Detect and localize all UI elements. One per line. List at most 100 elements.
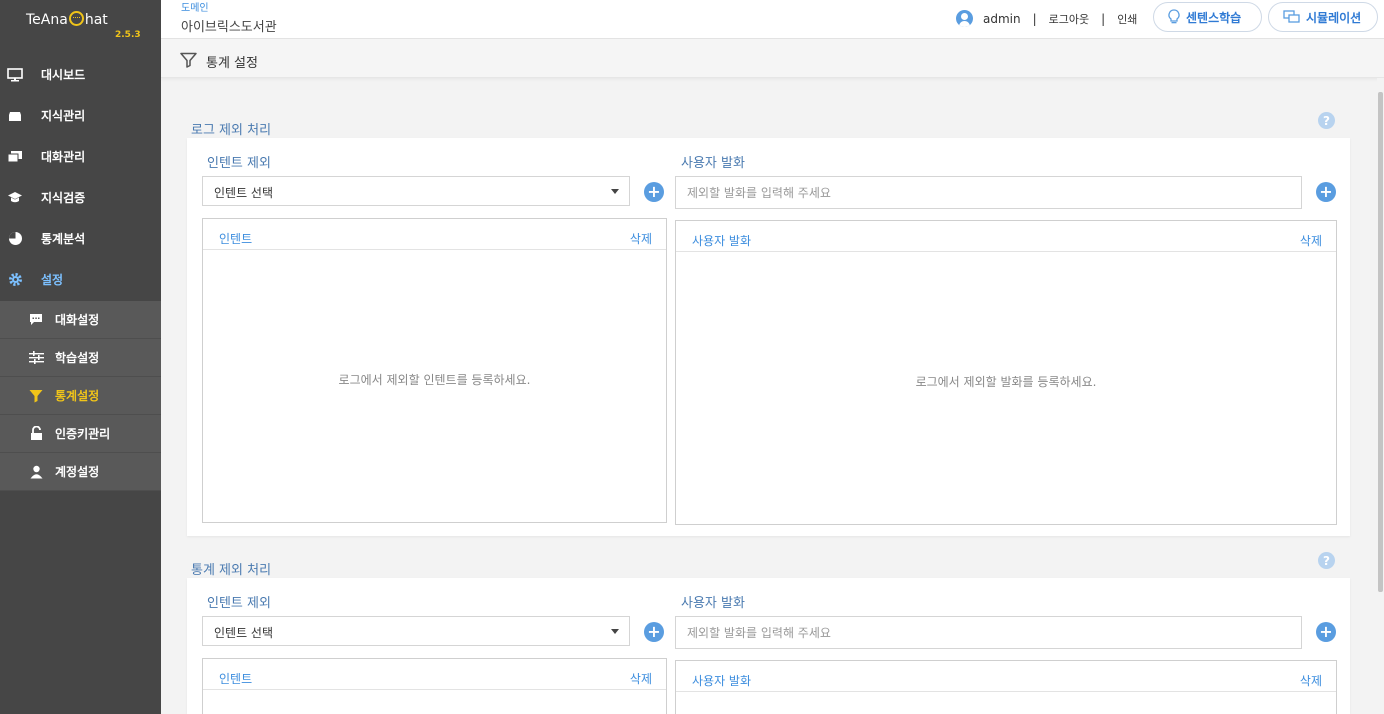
logo-ring-icon	[68, 11, 84, 26]
graduation-cap-icon	[7, 190, 23, 206]
chevron-down-icon	[611, 189, 619, 194]
submenu-item-account[interactable]: 계정설정	[0, 453, 161, 491]
utterance-list-empty: 로그에서 제외할 발화를 등록하세요.	[915, 375, 1097, 389]
intent-list-header: 인텐트 삭제	[203, 219, 666, 250]
pie-chart-icon	[7, 231, 23, 247]
submenu-item-label: 대화설정	[55, 313, 100, 327]
sidebar-item-label: 대시보드	[41, 68, 86, 82]
utterance-list: 사용자 발화 삭제 로그에서 제외할 발화를 등록하세요.	[675, 220, 1337, 525]
submenu-item-auth-key[interactable]: 인증키관리	[0, 415, 161, 453]
sidebar-item-conversation[interactable]: 대화관리	[0, 136, 161, 177]
intent-select[interactable]: 인텐트 선택	[202, 176, 630, 206]
intent-list-header: 인텐트 삭제	[203, 659, 666, 690]
utterance-column-header: 사용자 발화	[692, 234, 752, 248]
utterance-input[interactable]	[675, 616, 1302, 649]
submenu-item-stats-settings[interactable]: 통계설정	[0, 377, 161, 415]
submenu-item-chat-settings[interactable]: 대화설정	[0, 301, 161, 339]
sidebar-item-label: 설정	[41, 273, 64, 287]
page-title-bar: 통계 설정	[161, 39, 1384, 78]
submenu-item-label: 계정설정	[55, 465, 100, 479]
stats-exclusion-title: 통계 제외 처리	[191, 563, 272, 578]
sidebar: TeAna hat 2.5.3 대시보드 지식관리 대화관리 지식검증 통계분석…	[0, 0, 161, 714]
utterance-label: 사용자 발화	[681, 596, 745, 611]
top-header: 도메인 아이브릭스도서관 admin | 로그아웃 | 인쇄 센텐스학습 시뮬레…	[161, 0, 1384, 39]
sidebar-item-label: 대화관리	[41, 150, 86, 164]
settings-submenu: 대화설정 학습설정 통계설정 인증키관리 계정설정	[0, 301, 161, 491]
chevron-down-icon	[611, 629, 619, 634]
sidebar-item-label: 지식검증	[41, 191, 86, 205]
add-utterance-button[interactable]: +	[1316, 182, 1336, 202]
utterance-list-header: 사용자 발화 삭제	[676, 661, 1336, 692]
intent-list-empty: 로그에서 제외할 인텐트를 등록하세요.	[338, 373, 531, 387]
sidebar-item-statistics[interactable]: 통계분석	[0, 218, 161, 259]
simulation-button[interactable]: 시뮬레이션	[1268, 2, 1378, 32]
page-scrollbar[interactable]	[1377, 78, 1384, 714]
sidebar-item-label: 통계분석	[41, 232, 86, 246]
sidebar-item-dashboard[interactable]: 대시보드	[0, 54, 161, 95]
logo-text-left: TeAna	[26, 12, 68, 28]
sentence-learning-label: 센텐스학습	[1186, 10, 1242, 25]
scrollbar-thumb[interactable]	[1378, 92, 1383, 592]
user-avatar-icon	[956, 10, 973, 27]
sidebar-item-label: 지식관리	[41, 109, 86, 123]
app-logo[interactable]: TeAna hat 2.5.3	[26, 10, 141, 42]
lightbulb-icon	[1168, 9, 1180, 25]
intent-list: 인텐트 삭제	[202, 658, 667, 714]
submenu-item-label: 학습설정	[55, 351, 100, 365]
sidebar-item-knowledge[interactable]: 지식관리	[0, 95, 161, 136]
domain-name[interactable]: 아이브릭스도서관	[181, 16, 277, 35]
intent-column-header: 인텐트	[219, 232, 253, 246]
utterance-list-header: 사용자 발화 삭제	[676, 221, 1336, 252]
simulation-label: 시뮬레이션	[1306, 10, 1362, 25]
intent-exclusion-label: 인텐트 제외	[207, 156, 271, 171]
page-title: 통계 설정	[206, 56, 258, 71]
delete-utterance-button[interactable]: 삭제	[1300, 672, 1322, 689]
submenu-item-label: 통계설정	[55, 389, 100, 403]
sidebar-item-settings[interactable]: 설정	[0, 259, 161, 300]
utterance-list: 사용자 발화 삭제	[675, 660, 1337, 714]
message-icon	[28, 312, 44, 328]
domain-label: 도메인	[181, 3, 209, 14]
intent-list: 인텐트 삭제 로그에서 제외할 인텐트를 등록하세요.	[202, 218, 667, 523]
delete-intent-button[interactable]: 삭제	[630, 670, 652, 687]
submenu-item-learning-settings[interactable]: 학습설정	[0, 339, 161, 377]
utterance-label: 사용자 발화	[681, 156, 745, 171]
help-icon[interactable]: ?	[1318, 112, 1335, 129]
logout-link[interactable]: 로그아웃	[1049, 11, 1089, 27]
sidebar-item-verification[interactable]: 지식검증	[0, 177, 161, 218]
user-area: admin | 로그아웃 | 인쇄	[956, 10, 1137, 27]
separator: |	[1101, 11, 1106, 26]
sentence-learning-button[interactable]: 센텐스학습	[1153, 2, 1262, 32]
chat-icon	[7, 149, 23, 165]
intent-select[interactable]: 인텐트 선택	[202, 616, 630, 646]
intent-exclusion-label: 인텐트 제외	[207, 596, 271, 611]
sliders-icon	[28, 350, 44, 366]
add-intent-button[interactable]: +	[644, 182, 664, 202]
intent-select-value: 인텐트 선택	[214, 626, 274, 640]
add-intent-button[interactable]: +	[644, 622, 664, 642]
intent-column-header: 인텐트	[219, 672, 253, 686]
delete-intent-button[interactable]: 삭제	[630, 230, 652, 247]
utterance-input[interactable]	[675, 176, 1302, 209]
add-utterance-button[interactable]: +	[1316, 622, 1336, 642]
gear-icon	[7, 272, 23, 288]
intent-select-value: 인텐트 선택	[214, 186, 274, 200]
log-exclusion-title: 로그 제외 처리	[191, 123, 272, 138]
main-menu: 대시보드 지식관리 대화관리 지식검증 통계분석 설정	[0, 54, 161, 300]
log-exclusion-panel: 인텐트 제외 인텐트 선택 + 사용자 발화 + 인텐트 삭제 로그에서 제외할…	[187, 138, 1350, 536]
monitor-icon	[7, 67, 23, 83]
stats-exclusion-panel: 인텐트 제외 인텐트 선택 + 사용자 발화 + 인텐트 삭제 사용자 발화 삭…	[187, 578, 1350, 714]
help-icon[interactable]: ?	[1318, 552, 1335, 569]
filter-icon	[28, 388, 44, 404]
unlock-icon	[28, 426, 44, 442]
separator: |	[1032, 11, 1037, 26]
print-link[interactable]: 인쇄	[1117, 11, 1137, 27]
user-icon	[28, 464, 44, 480]
delete-utterance-button[interactable]: 삭제	[1300, 232, 1322, 249]
app-version: 2.5.3	[115, 30, 141, 40]
box-icon	[7, 108, 23, 124]
username: admin	[983, 11, 1021, 26]
filter-icon	[180, 52, 197, 72]
chat-windows-icon	[1283, 10, 1300, 24]
logo-text-right: hat	[84, 12, 108, 28]
